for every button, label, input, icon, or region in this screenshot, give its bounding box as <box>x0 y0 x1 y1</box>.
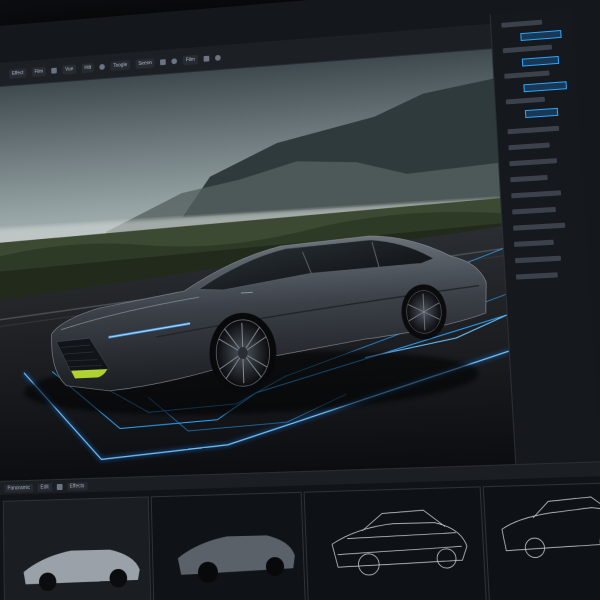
circle-icon[interactable] <box>99 63 105 69</box>
panel-row[interactable] <box>501 20 542 28</box>
panel-row[interactable] <box>510 175 547 182</box>
panel-row[interactable] <box>512 207 556 215</box>
tab-effects[interactable]: Effects <box>67 482 87 491</box>
panel-row[interactable] <box>514 240 554 247</box>
toolbar-menu-film-2[interactable]: Film <box>183 54 198 65</box>
settings-icon[interactable] <box>172 58 178 64</box>
panel-slider[interactable] <box>523 81 567 92</box>
panel-row[interactable] <box>506 97 545 105</box>
square-icon[interactable] <box>56 483 62 489</box>
toolbar-menu-toogle[interactable]: Toogle <box>110 60 130 71</box>
toolbar-menu-hilt[interactable]: Hilt <box>81 62 93 72</box>
screen: Effect Film Vue Hilt Toogle Seeon Film P… <box>0 0 600 600</box>
panel-row[interactable] <box>515 256 561 264</box>
panel-row[interactable] <box>508 142 549 150</box>
panel-slider[interactable] <box>520 30 561 41</box>
panel-slider[interactable] <box>522 56 559 67</box>
panel-row[interactable] <box>503 45 552 54</box>
panel-row[interactable] <box>509 158 557 166</box>
thumbnail-wireframe-suv[interactable] <box>483 481 600 600</box>
thumbnail-wireframe-sedan[interactable] <box>304 486 487 600</box>
play-icon[interactable] <box>203 55 209 61</box>
tab-edit[interactable]: Edit <box>38 483 52 491</box>
panel-row[interactable] <box>504 71 549 79</box>
panel-row[interactable] <box>511 190 561 198</box>
thumbnail-grey-sedan[interactable] <box>151 492 306 600</box>
record-icon[interactable] <box>215 54 221 60</box>
square-icon[interactable] <box>51 67 57 73</box>
toolbar-menu-effect[interactable]: Effect <box>9 68 26 79</box>
tab-panoramic[interactable]: Panoramic <box>5 483 33 492</box>
thumbnail-strip <box>0 475 600 600</box>
panel-row[interactable] <box>513 223 565 231</box>
render-viewport[interactable] <box>0 49 515 481</box>
toolbar-menu-film[interactable]: Film <box>32 66 46 76</box>
toolbar-menu-vue[interactable]: Vue <box>62 64 76 74</box>
grid-icon[interactable] <box>160 59 166 65</box>
panel-row[interactable] <box>507 126 559 134</box>
design-app-window: Effect Film Vue Hilt Toogle Seeon Film P… <box>0 0 600 600</box>
thumbnail-silver-sedan[interactable] <box>3 496 152 600</box>
panel-row[interactable] <box>516 272 558 279</box>
panel-slider[interactable] <box>525 108 558 118</box>
toolbar-menu-seeon[interactable]: Seeon <box>135 58 154 69</box>
